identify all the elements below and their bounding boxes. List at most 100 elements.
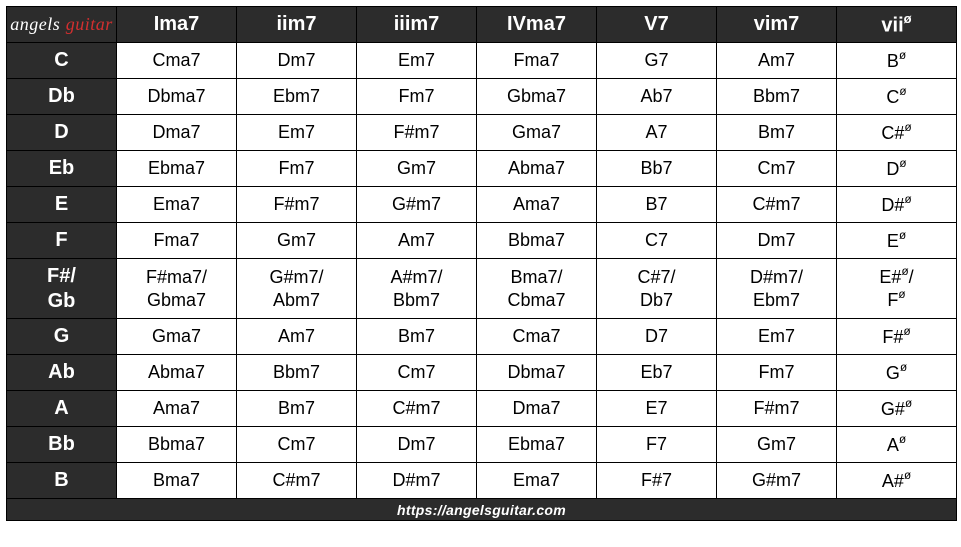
chord-cell: G#ø bbox=[837, 391, 957, 427]
key-label: Db bbox=[7, 79, 117, 115]
key-label: C bbox=[7, 43, 117, 79]
chord-cell: G#m7 bbox=[717, 463, 837, 499]
chord-cell: Aø bbox=[837, 427, 957, 463]
col-IV: IVma7 bbox=[477, 7, 597, 43]
chord-cell: Fma7 bbox=[117, 223, 237, 259]
chord-cell: Cø bbox=[837, 79, 957, 115]
chord-cell: Gbma7 bbox=[477, 79, 597, 115]
chord-cell: F#ø bbox=[837, 319, 957, 355]
key-label: D bbox=[7, 115, 117, 151]
chord-cell: Gm7 bbox=[357, 151, 477, 187]
chord-cell: Dm7 bbox=[357, 427, 477, 463]
col-I: Ima7 bbox=[117, 7, 237, 43]
chord-cell: E#ø/Fø bbox=[837, 259, 957, 319]
chord-cell: Ema7 bbox=[117, 187, 237, 223]
chord-cell: E7 bbox=[597, 391, 717, 427]
chord-cell: Cma7 bbox=[117, 43, 237, 79]
chord-cell: Gma7 bbox=[117, 319, 237, 355]
key-label: Ab bbox=[7, 355, 117, 391]
chord-cell: Cma7 bbox=[477, 319, 597, 355]
chord-cell: Ab7 bbox=[597, 79, 717, 115]
chord-cell: Bma7 bbox=[117, 463, 237, 499]
chord-cell: A#m7/Bbm7 bbox=[357, 259, 477, 319]
logo-word-2: guitar bbox=[66, 14, 113, 34]
chord-cell: Eb7 bbox=[597, 355, 717, 391]
chord-cell: C#ø bbox=[837, 115, 957, 151]
table-row: F#/GbF#ma7/Gbma7G#m7/Abm7A#m7/Bbm7Bma7/C… bbox=[7, 259, 957, 319]
chord-cell: Fm7 bbox=[357, 79, 477, 115]
half-dim-icon: ø bbox=[904, 11, 912, 26]
chord-cell: C#m7 bbox=[357, 391, 477, 427]
footer-url: https://angelsguitar.com bbox=[7, 499, 957, 521]
chord-cell: Dm7 bbox=[237, 43, 357, 79]
chord-cell: D7 bbox=[597, 319, 717, 355]
chord-cell: Bø bbox=[837, 43, 957, 79]
table-row: BBma7C#m7D#m7Ema7F#7G#m7A#ø bbox=[7, 463, 957, 499]
chord-cell: Abma7 bbox=[117, 355, 237, 391]
chord-cell: G7 bbox=[597, 43, 717, 79]
chord-cell: G#m7/Abm7 bbox=[237, 259, 357, 319]
table-row: GGma7Am7Bm7Cma7D7Em7F#ø bbox=[7, 319, 957, 355]
chord-cell: F#m7 bbox=[717, 391, 837, 427]
table-body: CCma7Dm7Em7Fma7G7Am7BøDbDbma7Ebm7Fm7Gbma… bbox=[7, 43, 957, 499]
chord-cell: Em7 bbox=[357, 43, 477, 79]
chord-cell: Dma7 bbox=[477, 391, 597, 427]
table-row: AbAbma7Bbm7Cm7Dbma7Eb7Fm7Gø bbox=[7, 355, 957, 391]
chord-cell: D#ø bbox=[837, 187, 957, 223]
col-iii: iiim7 bbox=[357, 7, 477, 43]
table-row: DbDbma7Ebm7Fm7Gbma7Ab7Bbm7Cø bbox=[7, 79, 957, 115]
chord-cell: Bb7 bbox=[597, 151, 717, 187]
chord-cell: Abma7 bbox=[477, 151, 597, 187]
chord-cell: Bma7/Cbma7 bbox=[477, 259, 597, 319]
chord-cell: Dbma7 bbox=[477, 355, 597, 391]
chord-cell: Ama7 bbox=[477, 187, 597, 223]
chord-cell: Am7 bbox=[357, 223, 477, 259]
chord-cell: Bm7 bbox=[717, 115, 837, 151]
chord-cell: Dm7 bbox=[717, 223, 837, 259]
diatonic-chords-table: angels guitar Ima7 iim7 iiim7 IVma7 V7 v… bbox=[6, 6, 957, 521]
chord-cell: A7 bbox=[597, 115, 717, 151]
chord-cell: Bm7 bbox=[237, 391, 357, 427]
col-vii: viiø bbox=[837, 7, 957, 43]
chord-cell: D#m7/Ebm7 bbox=[717, 259, 837, 319]
chord-cell: Fm7 bbox=[237, 151, 357, 187]
col-vi: vim7 bbox=[717, 7, 837, 43]
table-row: EEma7F#m7G#m7Ama7B7C#m7D#ø bbox=[7, 187, 957, 223]
chord-cell: Dma7 bbox=[117, 115, 237, 151]
chord-cell: Ebm7 bbox=[237, 79, 357, 115]
chord-cell: C#m7 bbox=[237, 463, 357, 499]
col-V: V7 bbox=[597, 7, 717, 43]
chord-cell: Fm7 bbox=[717, 355, 837, 391]
chord-cell: Bbma7 bbox=[477, 223, 597, 259]
chord-cell: Am7 bbox=[717, 43, 837, 79]
table-row: FFma7Gm7Am7Bbma7C7Dm7Eø bbox=[7, 223, 957, 259]
chord-cell: G#m7 bbox=[357, 187, 477, 223]
chord-cell: Cm7 bbox=[237, 427, 357, 463]
key-label: B bbox=[7, 463, 117, 499]
table-row: AAma7Bm7C#m7Dma7E7F#m7G#ø bbox=[7, 391, 957, 427]
chord-cell: Ebma7 bbox=[117, 151, 237, 187]
chord-cell: Bm7 bbox=[357, 319, 477, 355]
chord-cell: Cm7 bbox=[717, 151, 837, 187]
key-label: F bbox=[7, 223, 117, 259]
chord-cell: Cm7 bbox=[357, 355, 477, 391]
chord-cell: D#m7 bbox=[357, 463, 477, 499]
chord-cell: Gma7 bbox=[477, 115, 597, 151]
chord-cell: F#ma7/Gbma7 bbox=[117, 259, 237, 319]
logo-cell: angels guitar bbox=[7, 7, 117, 43]
chord-cell: Dbma7 bbox=[117, 79, 237, 115]
chord-cell: Gm7 bbox=[717, 427, 837, 463]
chord-cell: Gm7 bbox=[237, 223, 357, 259]
table-row: DDma7Em7F#m7Gma7A7Bm7C#ø bbox=[7, 115, 957, 151]
chord-cell: A#ø bbox=[837, 463, 957, 499]
chord-cell: Bbma7 bbox=[117, 427, 237, 463]
chord-cell: B7 bbox=[597, 187, 717, 223]
key-label: A bbox=[7, 391, 117, 427]
chord-cell: Ebma7 bbox=[477, 427, 597, 463]
key-label: Bb bbox=[7, 427, 117, 463]
table-row: CCma7Dm7Em7Fma7G7Am7Bø bbox=[7, 43, 957, 79]
chord-cell: Eø bbox=[837, 223, 957, 259]
chord-cell: C#7/Db7 bbox=[597, 259, 717, 319]
key-label: F#/Gb bbox=[7, 259, 117, 319]
chord-cell: F#m7 bbox=[237, 187, 357, 223]
